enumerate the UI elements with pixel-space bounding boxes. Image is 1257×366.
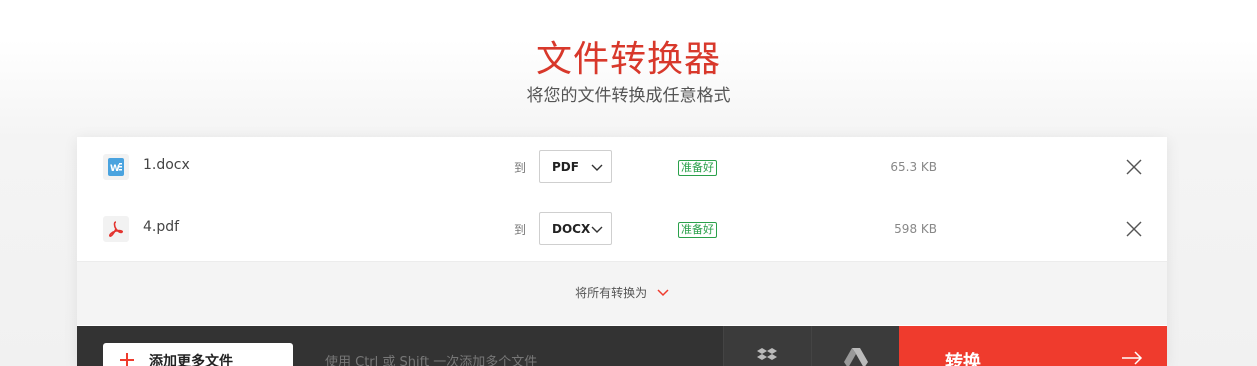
status-badge: 准备好 bbox=[678, 222, 717, 238]
dropbox-button[interactable] bbox=[723, 326, 812, 366]
file-row: 4.pdf 到 DOCX 准备好 598 KB bbox=[77, 199, 1167, 262]
svg-text:W: W bbox=[110, 164, 120, 174]
remove-file-button[interactable] bbox=[1126, 221, 1142, 237]
status-badge: 准备好 bbox=[678, 160, 717, 176]
page-subtitle: 将您的文件转换成任意格式 bbox=[526, 86, 731, 106]
header: 文件转换器 将您的文件转换成任意格式 bbox=[0, 36, 1257, 108]
page-title: 文件转换器 bbox=[535, 39, 721, 80]
action-bar: 添加更多文件 使用 Ctrl 或 Shift 一次添加多个文件 转换 bbox=[77, 326, 1167, 366]
word-doc-icon: W bbox=[103, 154, 129, 180]
plus-icon bbox=[119, 352, 135, 366]
dropbox-icon bbox=[757, 348, 777, 360]
convert-button[interactable]: 转换 bbox=[899, 326, 1167, 366]
add-more-files-label: 添加更多文件 bbox=[149, 354, 233, 366]
file-row: W 1.docx 到 PDF 准备好 65.3 KB bbox=[77, 137, 1167, 200]
format-value: DOCX bbox=[552, 221, 591, 236]
remove-file-button[interactable] bbox=[1126, 159, 1142, 175]
close-icon bbox=[1126, 159, 1142, 175]
chevron-down-icon bbox=[591, 223, 603, 237]
file-size: 65.3 KB bbox=[890, 160, 937, 174]
google-drive-button[interactable] bbox=[811, 326, 900, 366]
convert-label: 转换 bbox=[945, 352, 981, 366]
add-more-files-button[interactable]: 添加更多文件 bbox=[103, 343, 293, 366]
google-drive-icon bbox=[844, 348, 868, 366]
format-select[interactable]: PDF bbox=[539, 150, 612, 183]
chevron-down-icon bbox=[657, 262, 669, 325]
file-list-panel: W 1.docx 到 PDF 准备好 65.3 KB 4.pdf 到 DOCX … bbox=[77, 137, 1167, 366]
to-label: 到 bbox=[514, 223, 527, 237]
file-size: 598 KB bbox=[894, 222, 937, 236]
arrow-right-icon bbox=[1121, 350, 1143, 366]
format-select[interactable]: DOCX bbox=[539, 212, 612, 245]
file-name: 1.docx bbox=[143, 157, 190, 173]
pdf-icon bbox=[103, 216, 129, 242]
convert-all-dropdown[interactable]: 将所有转换为 bbox=[77, 262, 1167, 325]
to-label: 到 bbox=[514, 161, 527, 175]
chevron-down-icon bbox=[591, 161, 603, 175]
format-value: PDF bbox=[552, 159, 579, 174]
convert-all-label: 将所有转换为 bbox=[575, 286, 648, 300]
file-name: 4.pdf bbox=[143, 219, 180, 235]
close-icon bbox=[1126, 221, 1142, 237]
multi-select-hint: 使用 Ctrl 或 Shift 一次添加多个文件 bbox=[325, 355, 538, 366]
